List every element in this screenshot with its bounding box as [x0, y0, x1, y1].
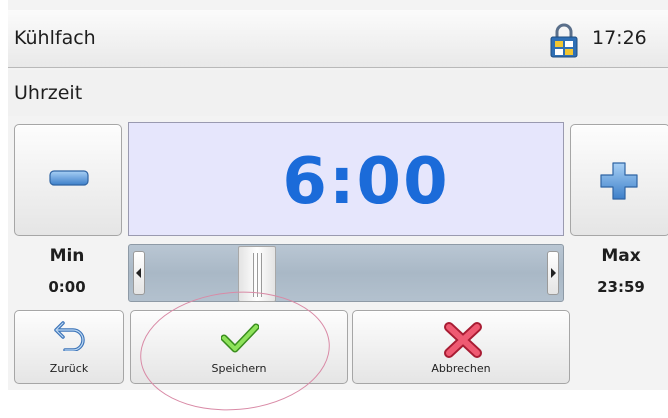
- slider-thumb[interactable]: [238, 246, 276, 302]
- x-icon: [444, 322, 482, 358]
- device-screen: Kühlfach 17:26 Uhrzeit 6:00 Min 0:00 Max…: [8, 0, 668, 390]
- section-label: Uhrzeit: [14, 82, 83, 104]
- padlock-icon: [550, 23, 578, 58]
- cancel-label: Abbrechen: [431, 362, 491, 375]
- max-limit: Max 23:59: [576, 246, 666, 296]
- checkmark-icon: [221, 323, 259, 353]
- max-value: 23:59: [597, 278, 645, 296]
- plus-icon: [600, 162, 638, 200]
- min-label: Min: [49, 246, 85, 266]
- back-label: Zurück: [49, 362, 89, 375]
- undo-arrow-icon: [54, 321, 85, 351]
- minus-icon: [49, 170, 89, 186]
- save-label: Speichern: [211, 362, 267, 375]
- back-button[interactable]: Zurück: [14, 310, 124, 384]
- time-slider[interactable]: [128, 244, 564, 302]
- min-limit: Min 0:00: [22, 246, 112, 296]
- time-value-display: 6:00: [128, 122, 564, 236]
- slider-right-arrow-icon[interactable]: [547, 251, 559, 295]
- time-value: 6:00: [282, 145, 450, 219]
- increment-button[interactable]: [570, 124, 668, 236]
- section-heading: Uhrzeit: [8, 70, 668, 116]
- clock-time: 17:26: [592, 27, 647, 49]
- min-value: 0:00: [48, 278, 86, 296]
- screen-title: Kühlfach: [14, 27, 96, 49]
- header-bar: Kühlfach 17:26: [8, 10, 668, 68]
- save-button[interactable]: Speichern: [130, 310, 348, 384]
- decrement-button[interactable]: [14, 124, 122, 236]
- cancel-button[interactable]: Abbrechen: [352, 310, 570, 384]
- max-label: Max: [601, 246, 641, 266]
- slider-left-arrow-icon[interactable]: [133, 251, 145, 295]
